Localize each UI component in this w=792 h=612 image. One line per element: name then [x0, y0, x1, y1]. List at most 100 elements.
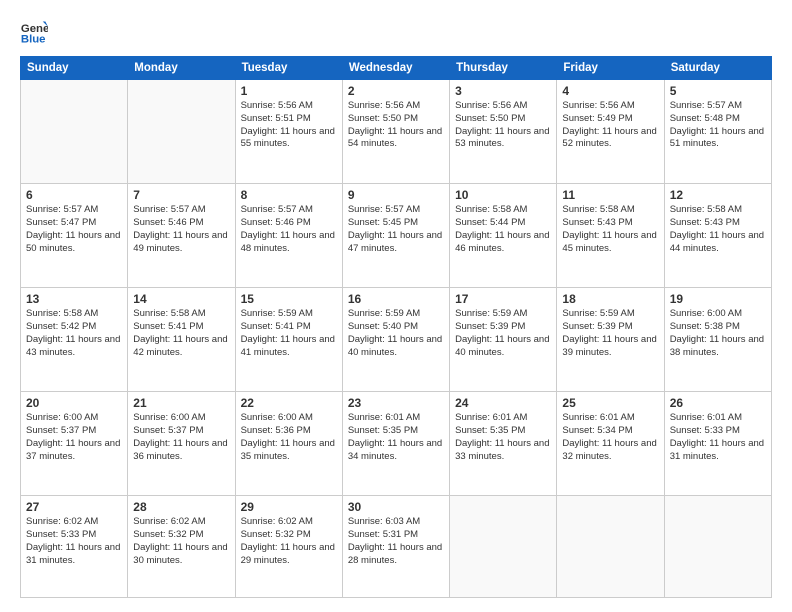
calendar-cell: 22 Sunrise: 6:00 AM Sunset: 5:36 PM Dayli…: [235, 392, 342, 496]
day-number: 2: [348, 84, 444, 98]
calendar-cell: 26 Sunrise: 6:01 AM Sunset: 5:33 PM Dayli…: [664, 392, 771, 496]
day-number: 21: [133, 396, 229, 410]
calendar-cell: 4 Sunrise: 5:56 AM Sunset: 5:49 PM Daylig…: [557, 80, 664, 184]
day-info: Sunrise: 6:02 AM Sunset: 5:32 PM Dayligh…: [241, 516, 337, 567]
day-number: 3: [455, 84, 551, 98]
day-info: Sunrise: 6:01 AM Sunset: 5:35 PM Dayligh…: [348, 412, 444, 463]
day-number: 19: [670, 292, 766, 306]
calendar-week-row: 13 Sunrise: 5:58 AM Sunset: 5:42 PM Dayli…: [21, 288, 772, 392]
day-info: Sunrise: 5:58 AM Sunset: 5:44 PM Dayligh…: [455, 204, 551, 255]
page: General Blue SundayMondayTuesdayWednesda…: [0, 0, 792, 612]
day-number: 17: [455, 292, 551, 306]
calendar-cell: 24 Sunrise: 6:01 AM Sunset: 5:35 PM Dayli…: [450, 392, 557, 496]
day-number: 4: [562, 84, 658, 98]
calendar-cell: 3 Sunrise: 5:56 AM Sunset: 5:50 PM Daylig…: [450, 80, 557, 184]
calendar-cell: [664, 496, 771, 598]
day-info: Sunrise: 5:58 AM Sunset: 5:42 PM Dayligh…: [26, 308, 122, 359]
calendar-week-row: 20Sunrise: 6:00 AM Sunset: 5:37 PM Dayli…: [21, 392, 772, 496]
calendar-cell: 11 Sunrise: 5:58 AM Sunset: 5:43 PM Dayli…: [557, 184, 664, 288]
calendar-week-row: 6Sunrise: 5:57 AM Sunset: 5:47 PM Daylig…: [21, 184, 772, 288]
calendar-cell: 17 Sunrise: 5:59 AM Sunset: 5:39 PM Dayli…: [450, 288, 557, 392]
calendar-cell: [557, 496, 664, 598]
logo-icon: General Blue: [20, 18, 48, 46]
day-number: 5: [670, 84, 766, 98]
weekday-header-saturday: Saturday: [664, 57, 771, 80]
calendar-week-row: 27 Sunrise: 6:02 AM Sunset: 5:33 PM Dayli…: [21, 496, 772, 598]
calendar-cell: 6Sunrise: 5:57 AM Sunset: 5:47 PM Daylig…: [21, 184, 128, 288]
weekday-header-wednesday: Wednesday: [342, 57, 449, 80]
calendar-cell: 19Sunrise: 6:00 AM Sunset: 5:38 PM Dayli…: [664, 288, 771, 392]
calendar-cell: 25 Sunrise: 6:01 AM Sunset: 5:34 PM Dayli…: [557, 392, 664, 496]
day-info: Sunrise: 6:00 AM Sunset: 5:37 PM Dayligh…: [26, 412, 122, 463]
calendar-cell: 27 Sunrise: 6:02 AM Sunset: 5:33 PM Dayli…: [21, 496, 128, 598]
calendar-cell: 5Sunrise: 5:57 AM Sunset: 5:48 PM Daylig…: [664, 80, 771, 184]
day-info: Sunrise: 6:01 AM Sunset: 5:33 PM Dayligh…: [670, 412, 766, 463]
day-info: Sunrise: 5:58 AM Sunset: 5:43 PM Dayligh…: [562, 204, 658, 255]
day-info: Sunrise: 5:58 AM Sunset: 5:43 PM Dayligh…: [670, 204, 766, 255]
day-number: 11: [562, 188, 658, 202]
logo: General Blue: [20, 18, 50, 46]
calendar-week-row: 1Sunrise: 5:56 AM Sunset: 5:51 PM Daylig…: [21, 80, 772, 184]
day-info: Sunrise: 5:57 AM Sunset: 5:46 PM Dayligh…: [241, 204, 337, 255]
day-number: 25: [562, 396, 658, 410]
day-number: 23: [348, 396, 444, 410]
calendar-cell: [128, 80, 235, 184]
day-number: 28: [133, 500, 229, 514]
day-info: Sunrise: 5:56 AM Sunset: 5:49 PM Dayligh…: [562, 100, 658, 151]
day-info: Sunrise: 6:02 AM Sunset: 5:32 PM Dayligh…: [133, 516, 229, 567]
calendar-cell: [450, 496, 557, 598]
calendar-cell: 10 Sunrise: 5:58 AM Sunset: 5:44 PM Dayli…: [450, 184, 557, 288]
day-number: 30: [348, 500, 444, 514]
day-number: 27: [26, 500, 122, 514]
day-number: 22: [241, 396, 337, 410]
calendar-cell: [21, 80, 128, 184]
calendar-cell: 20Sunrise: 6:00 AM Sunset: 5:37 PM Dayli…: [21, 392, 128, 496]
day-info: Sunrise: 6:00 AM Sunset: 5:37 PM Dayligh…: [133, 412, 229, 463]
day-number: 1: [241, 84, 337, 98]
day-number: 9: [348, 188, 444, 202]
day-number: 13: [26, 292, 122, 306]
day-number: 7: [133, 188, 229, 202]
calendar-cell: 23 Sunrise: 6:01 AM Sunset: 5:35 PM Dayli…: [342, 392, 449, 496]
day-number: 26: [670, 396, 766, 410]
calendar-cell: 18Sunrise: 5:59 AM Sunset: 5:39 PM Dayli…: [557, 288, 664, 392]
day-number: 8: [241, 188, 337, 202]
day-info: Sunrise: 5:59 AM Sunset: 5:41 PM Dayligh…: [241, 308, 337, 359]
day-info: Sunrise: 5:58 AM Sunset: 5:41 PM Dayligh…: [133, 308, 229, 359]
calendar-cell: 28 Sunrise: 6:02 AM Sunset: 5:32 PM Dayli…: [128, 496, 235, 598]
day-info: Sunrise: 6:01 AM Sunset: 5:35 PM Dayligh…: [455, 412, 551, 463]
day-info: Sunrise: 5:57 AM Sunset: 5:46 PM Dayligh…: [133, 204, 229, 255]
weekday-header-friday: Friday: [557, 57, 664, 80]
weekday-header-thursday: Thursday: [450, 57, 557, 80]
day-number: 14: [133, 292, 229, 306]
day-info: Sunrise: 6:02 AM Sunset: 5:33 PM Dayligh…: [26, 516, 122, 567]
weekday-header-row: SundayMondayTuesdayWednesdayThursdayFrid…: [21, 57, 772, 80]
calendar-cell: 29Sunrise: 6:02 AM Sunset: 5:32 PM Dayli…: [235, 496, 342, 598]
day-number: 10: [455, 188, 551, 202]
day-number: 15: [241, 292, 337, 306]
weekday-header-tuesday: Tuesday: [235, 57, 342, 80]
svg-text:Blue: Blue: [21, 34, 46, 46]
day-info: Sunrise: 6:00 AM Sunset: 5:36 PM Dayligh…: [241, 412, 337, 463]
calendar-cell: 9 Sunrise: 5:57 AM Sunset: 5:45 PM Daylig…: [342, 184, 449, 288]
day-info: Sunrise: 5:59 AM Sunset: 5:39 PM Dayligh…: [562, 308, 658, 359]
day-number: 16: [348, 292, 444, 306]
weekday-header-monday: Monday: [128, 57, 235, 80]
day-info: Sunrise: 6:01 AM Sunset: 5:34 PM Dayligh…: [562, 412, 658, 463]
calendar-cell: 7 Sunrise: 5:57 AM Sunset: 5:46 PM Daylig…: [128, 184, 235, 288]
calendar-cell: 8 Sunrise: 5:57 AM Sunset: 5:46 PM Daylig…: [235, 184, 342, 288]
day-info: Sunrise: 5:59 AM Sunset: 5:40 PM Dayligh…: [348, 308, 444, 359]
calendar-cell: 12 Sunrise: 5:58 AM Sunset: 5:43 PM Dayli…: [664, 184, 771, 288]
day-number: 24: [455, 396, 551, 410]
day-info: Sunrise: 5:57 AM Sunset: 5:45 PM Dayligh…: [348, 204, 444, 255]
calendar-cell: 21 Sunrise: 6:00 AM Sunset: 5:37 PM Dayli…: [128, 392, 235, 496]
day-info: Sunrise: 5:56 AM Sunset: 5:50 PM Dayligh…: [455, 100, 551, 151]
calendar-cell: 14 Sunrise: 5:58 AM Sunset: 5:41 PM Dayli…: [128, 288, 235, 392]
calendar-cell: 16 Sunrise: 5:59 AM Sunset: 5:40 PM Dayli…: [342, 288, 449, 392]
day-number: 12: [670, 188, 766, 202]
header: General Blue: [20, 18, 772, 46]
day-info: Sunrise: 5:59 AM Sunset: 5:39 PM Dayligh…: [455, 308, 551, 359]
calendar-cell: 2 Sunrise: 5:56 AM Sunset: 5:50 PM Daylig…: [342, 80, 449, 184]
day-info: Sunrise: 6:03 AM Sunset: 5:31 PM Dayligh…: [348, 516, 444, 567]
day-info: Sunrise: 5:56 AM Sunset: 5:50 PM Dayligh…: [348, 100, 444, 151]
